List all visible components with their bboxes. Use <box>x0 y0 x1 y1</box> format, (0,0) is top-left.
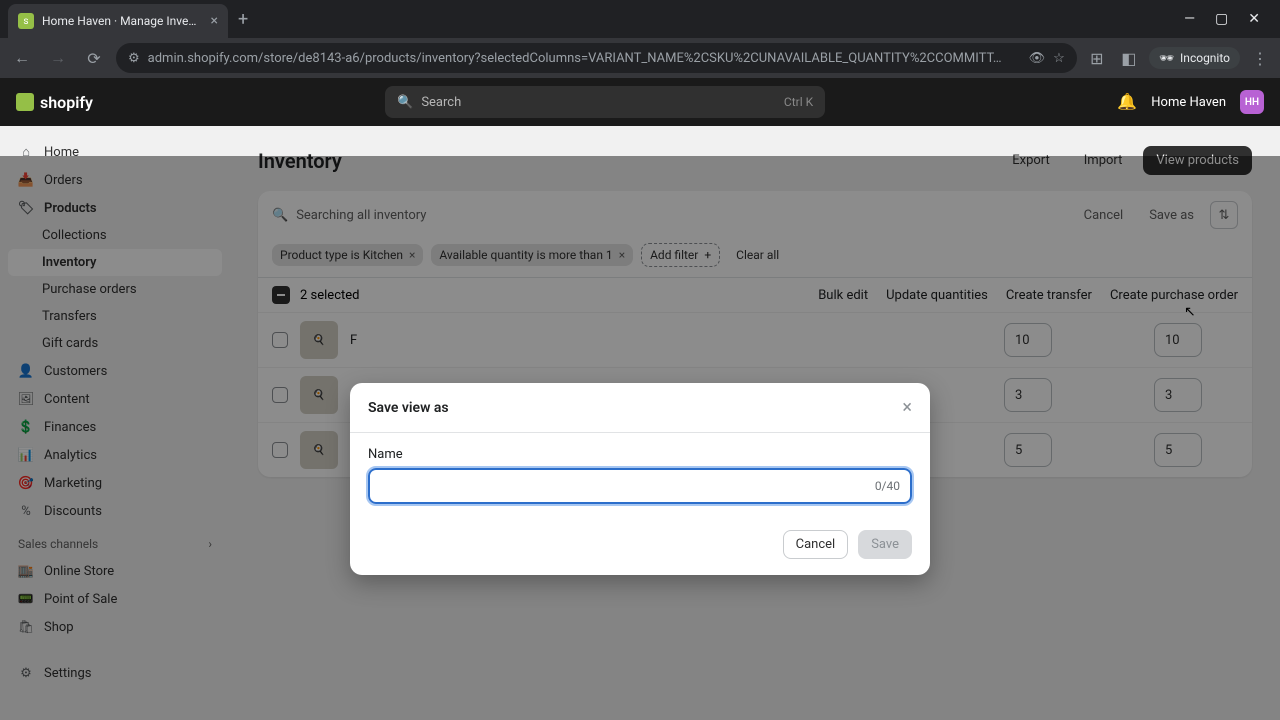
incognito-badge[interactable]: 🕶 Incognito <box>1149 47 1240 69</box>
browser-tab[interactable]: s Home Haven · Manage Invento × <box>8 4 228 38</box>
window-minimize-icon[interactable]: — <box>1184 11 1195 27</box>
url-text: admin.shopify.com/store/de8143-a6/produc… <box>148 51 1021 66</box>
search-icon: 🔍 <box>397 95 413 110</box>
back-icon[interactable]: ← <box>8 48 36 68</box>
window-maximize-icon[interactable]: ▢ <box>1215 11 1228 27</box>
save-view-modal: Save view as × Name 0/40 Cancel Save <box>350 383 930 575</box>
bookmark-icon[interactable]: ☆ <box>1053 51 1065 66</box>
char-count: 0/40 <box>875 479 900 493</box>
search-shortcut: Ctrl K <box>784 95 813 109</box>
extensions-icon[interactable]: ⊞ <box>1085 49 1109 68</box>
incognito-label: Incognito <box>1180 51 1230 65</box>
sidepanel-icon[interactable]: ◧ <box>1117 49 1141 68</box>
new-tab-button[interactable]: + <box>238 9 248 30</box>
address-bar[interactable]: ⚙ admin.shopify.com/store/de8143-a6/prod… <box>116 43 1077 73</box>
incognito-icon: 🕶 <box>1159 51 1174 65</box>
reload-icon[interactable]: ⟳ <box>80 49 108 68</box>
site-settings-icon[interactable]: ⚙ <box>128 51 140 66</box>
blocked-eye-icon[interactable]: 👁 <box>1029 51 1046 66</box>
modal-title: Save view as <box>368 400 449 416</box>
tab-close-icon[interactable]: × <box>211 13 218 29</box>
shopify-logo[interactable]: shopify <box>16 93 93 112</box>
avatar[interactable]: HH <box>1240 90 1264 114</box>
forward-icon[interactable]: → <box>44 48 72 68</box>
logo-text: shopify <box>40 93 93 112</box>
tab-favicon: s <box>18 13 34 29</box>
view-name-input[interactable] <box>368 468 912 504</box>
notifications-icon[interactable]: 🔔 <box>1117 92 1137 112</box>
store-name[interactable]: Home Haven <box>1151 95 1226 110</box>
window-close-icon[interactable]: ✕ <box>1248 11 1260 27</box>
modal-close-icon[interactable]: × <box>902 397 912 418</box>
modal-save-button[interactable]: Save <box>858 530 912 559</box>
browser-menu-icon[interactable]: ⋮ <box>1248 49 1272 68</box>
global-search[interactable]: 🔍 Search Ctrl K <box>385 86 825 118</box>
name-field-label: Name <box>368 447 912 462</box>
search-placeholder: Search <box>421 95 461 110</box>
logo-mark-icon <box>16 93 34 111</box>
tab-title: Home Haven · Manage Invento <box>42 14 203 28</box>
modal-cancel-button[interactable]: Cancel <box>783 530 849 559</box>
